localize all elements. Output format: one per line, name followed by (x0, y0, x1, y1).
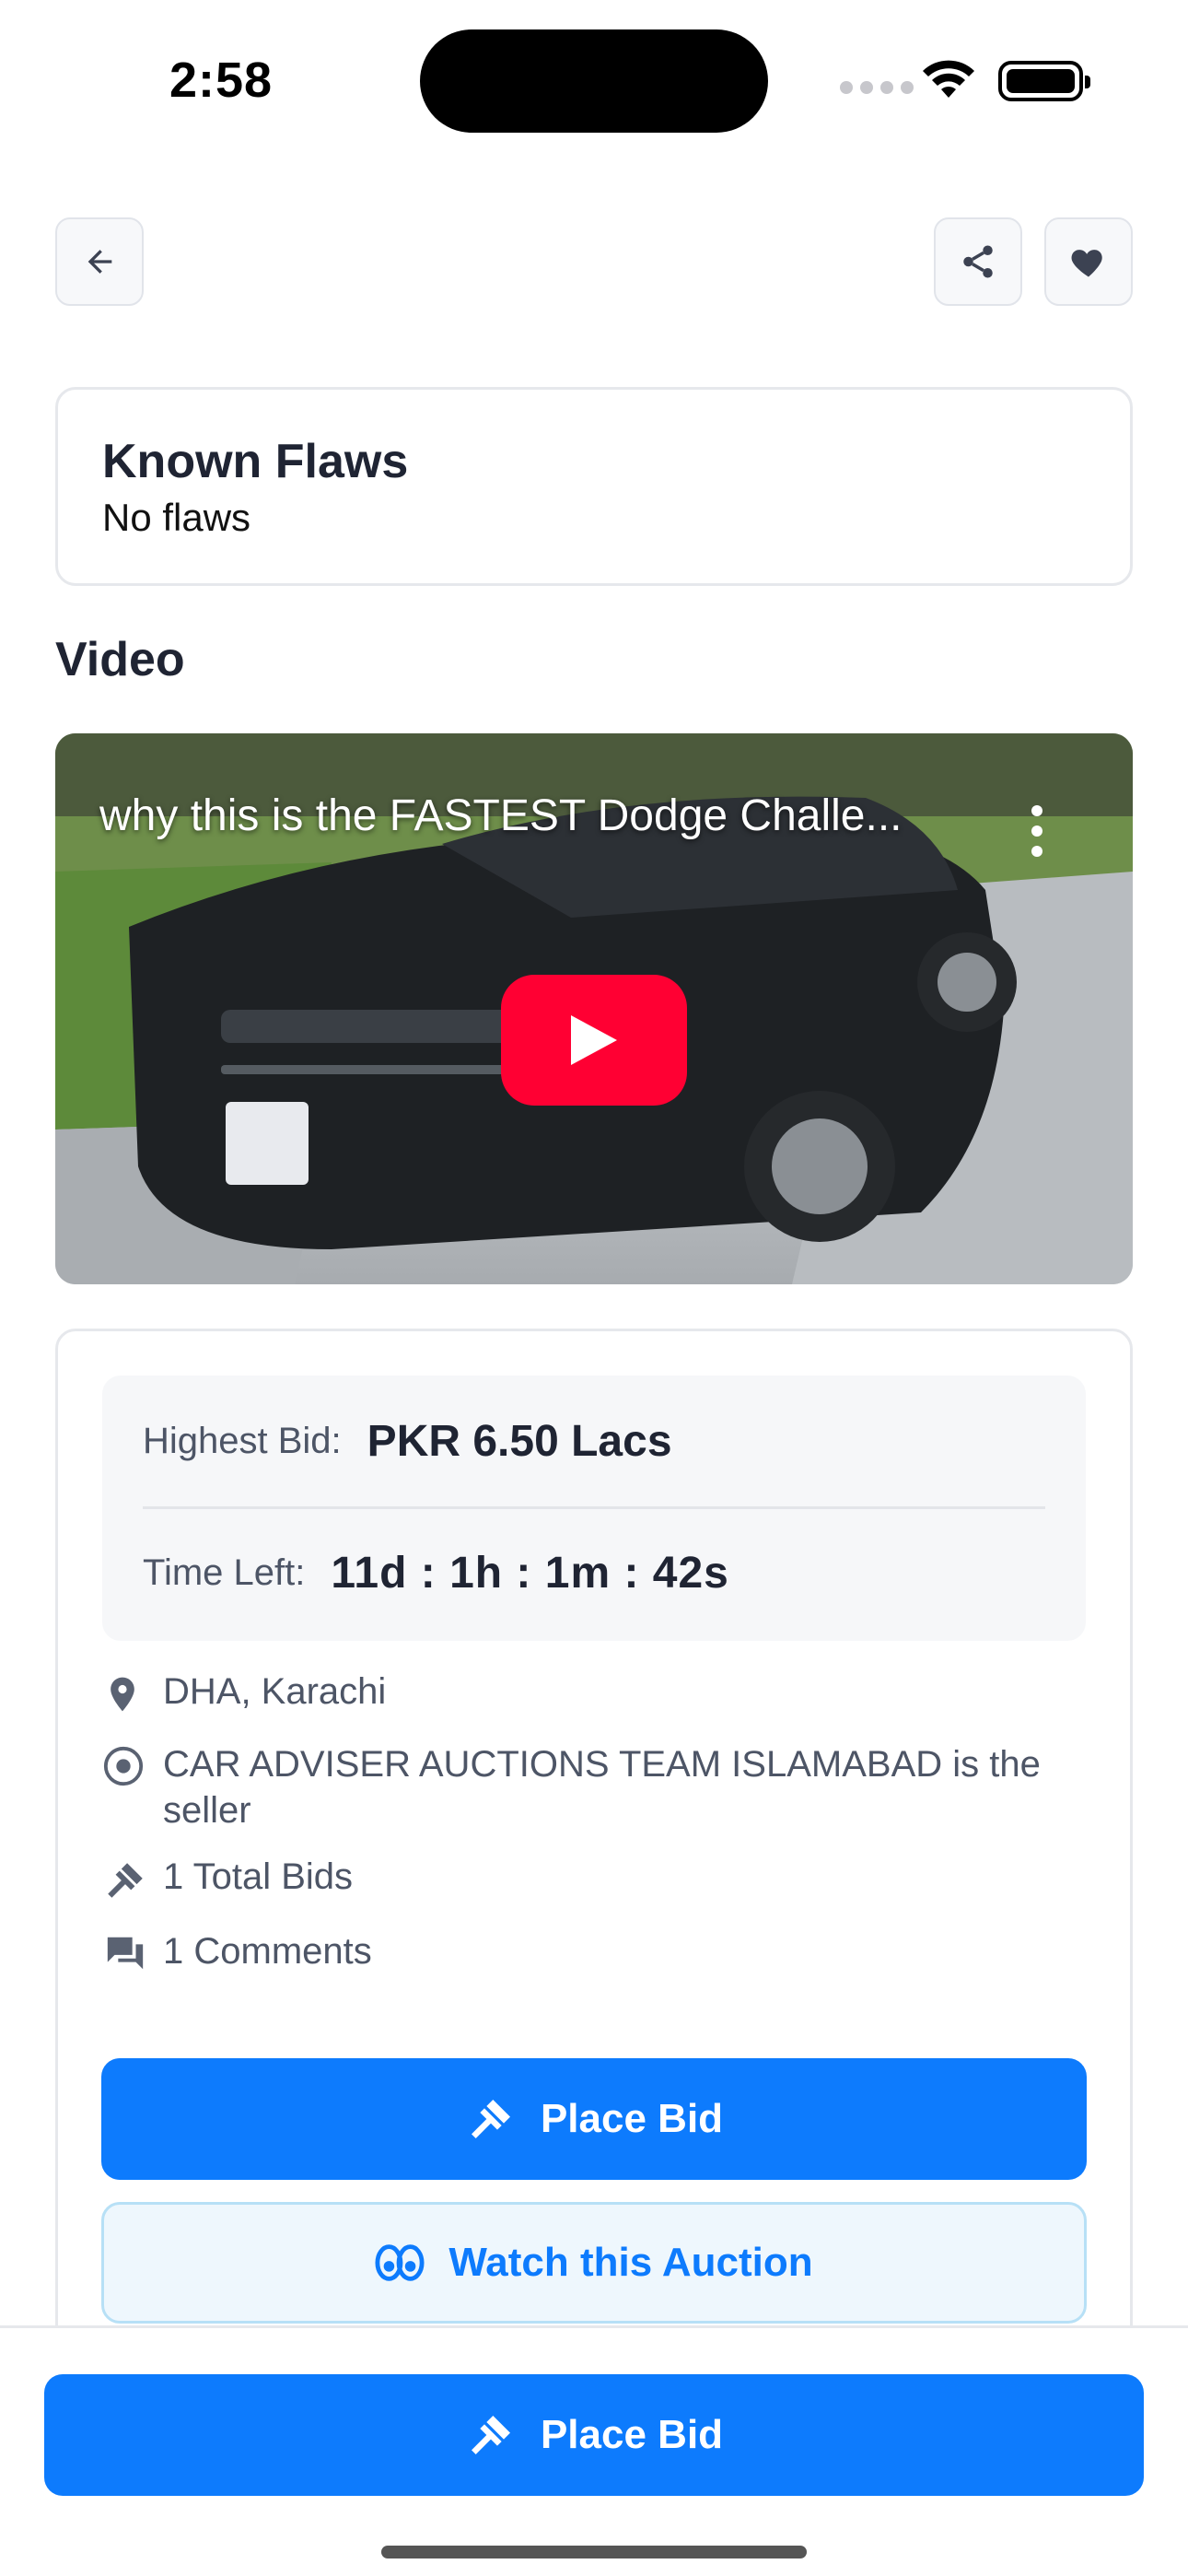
heart-icon (1071, 250, 1102, 277)
seller-text: CAR ADVISER AUCTIONS TEAM ISLAMABAD is t… (163, 1744, 1041, 1831)
dynamic-island (420, 29, 768, 133)
video-section-title: Video (55, 633, 185, 686)
bottom-place-bid-button[interactable]: Place Bid (44, 2374, 1144, 2496)
favorite-button[interactable] (1044, 217, 1133, 306)
watch-auction-label: Watch this Auction (448, 2240, 813, 2285)
total-bids-item: 1 Total Bids (102, 1854, 1086, 1908)
wifi-icon (923, 60, 974, 98)
known-flaws-title: Known Flaws (102, 435, 409, 488)
time-left-value: 11d : 1h : 1m : 42s (331, 1549, 729, 1598)
gavel-icon (471, 2416, 510, 2454)
bottom-place-bid-label: Place Bid (540, 2412, 724, 2457)
share-icon (963, 245, 993, 278)
back-button[interactable] (55, 217, 144, 306)
location-pin-icon (111, 1677, 134, 1712)
play-icon (571, 1015, 617, 1065)
battery-icon (998, 61, 1090, 101)
watch-auction-button[interactable]: Watch this Auction (101, 2202, 1087, 2324)
status-time: 2:58 (169, 53, 274, 108)
auction-detail-screen: 2:58 Known Flaws No flaws Video why this… (0, 0, 1188, 2576)
bottom-action-bar: Place Bid (0, 2325, 1188, 2576)
auction-details-list: DHA, Karachi CAR ADVISER AUCTIONS TEAM I… (102, 1669, 1086, 1979)
arrow-left-icon (87, 250, 112, 274)
place-bid-button[interactable]: Place Bid (101, 2058, 1087, 2180)
comments-text: 1 Comments (163, 1931, 372, 1972)
location-item: DHA, Karachi (102, 1669, 1086, 1721)
location-text: DHA, Karachi (163, 1671, 387, 1712)
cellular-signal-icon (840, 81, 914, 94)
gavel-icon (108, 1863, 143, 1898)
highest-bid-row: Highest Bid: PKR 6.50 Lacs (143, 1376, 1045, 1506)
play-button[interactable] (501, 975, 687, 1106)
known-flaws-value: No flaws (102, 496, 251, 540)
gavel-icon (471, 2100, 510, 2138)
comments-item: 1 Comments (102, 1928, 1086, 1979)
eyes-icon (375, 2244, 425, 2281)
known-flaws-card: Known Flaws No flaws (55, 387, 1133, 586)
home-indicator (381, 2546, 807, 2558)
video-player[interactable]: why this is the FASTEST Dodge Challe... (55, 733, 1133, 1284)
place-bid-label: Place Bid (540, 2096, 724, 2141)
share-button[interactable] (934, 217, 1022, 306)
highest-bid-label: Highest Bid: (143, 1420, 342, 1461)
total-bids-text: 1 Total Bids (163, 1856, 354, 1897)
user-circle-icon (103, 1746, 144, 1786)
comments-icon (107, 1937, 144, 1970)
bid-summary-panel: Highest Bid: PKR 6.50 Lacs Time Left: 11… (102, 1376, 1086, 1641)
seller-item: CAR ADVISER AUCTIONS TEAM ISLAMABAD is t… (102, 1741, 1086, 1833)
highest-bid-value: PKR 6.50 Lacs (367, 1416, 672, 1466)
time-left-row: Time Left: 11d : 1h : 1m : 42s (143, 1506, 1045, 1637)
time-left-label: Time Left: (143, 1552, 306, 1593)
more-vertical-icon[interactable] (1031, 805, 1042, 857)
video-title: why this is the FASTEST Dodge Challe... (99, 791, 903, 840)
